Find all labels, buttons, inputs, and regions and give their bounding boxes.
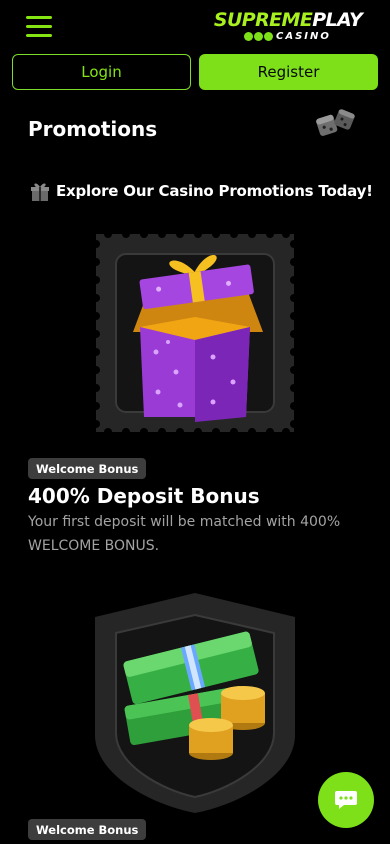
gift-box-icon [92, 230, 298, 436]
explore-heading: Explore Our Casino Promotions Today! [30, 179, 373, 203]
promo-description: Your first deposit will be matched with … [28, 514, 341, 554]
logo-word-supreme: SUPREME [213, 9, 313, 31]
login-button[interactable]: Login [12, 54, 191, 90]
promo-card[interactable]: Welcome Bonus 400% Deposit Bonus Your fi… [0, 222, 390, 562]
logo-word-play: PLAY [312, 9, 363, 31]
cash-and-coins-icon [95, 593, 295, 813]
promo-badge: Welcome Bonus [28, 458, 147, 479]
gift-icon [31, 183, 49, 201]
logo-casino-text: CASINO [276, 30, 331, 42]
logo[interactable]: SUPREMEPLAY CASINO [208, 10, 368, 44]
explore-text: Explore Our Casino Promotions Today! [56, 182, 373, 200]
header: SUPREMEPLAY CASINO [0, 0, 390, 50]
register-button[interactable]: Register [199, 54, 378, 90]
logo-subtitle: CASINO [244, 30, 331, 42]
chat-button[interactable] [318, 772, 374, 828]
chat-bubble-icon [335, 791, 357, 809]
promo-badge: Welcome Bonus [28, 819, 147, 840]
dice-icon [316, 109, 355, 136]
promo-title: 400% Deposit Bonus [28, 484, 260, 508]
page-title: Promotions [28, 117, 158, 141]
menu-icon[interactable] [26, 16, 52, 37]
